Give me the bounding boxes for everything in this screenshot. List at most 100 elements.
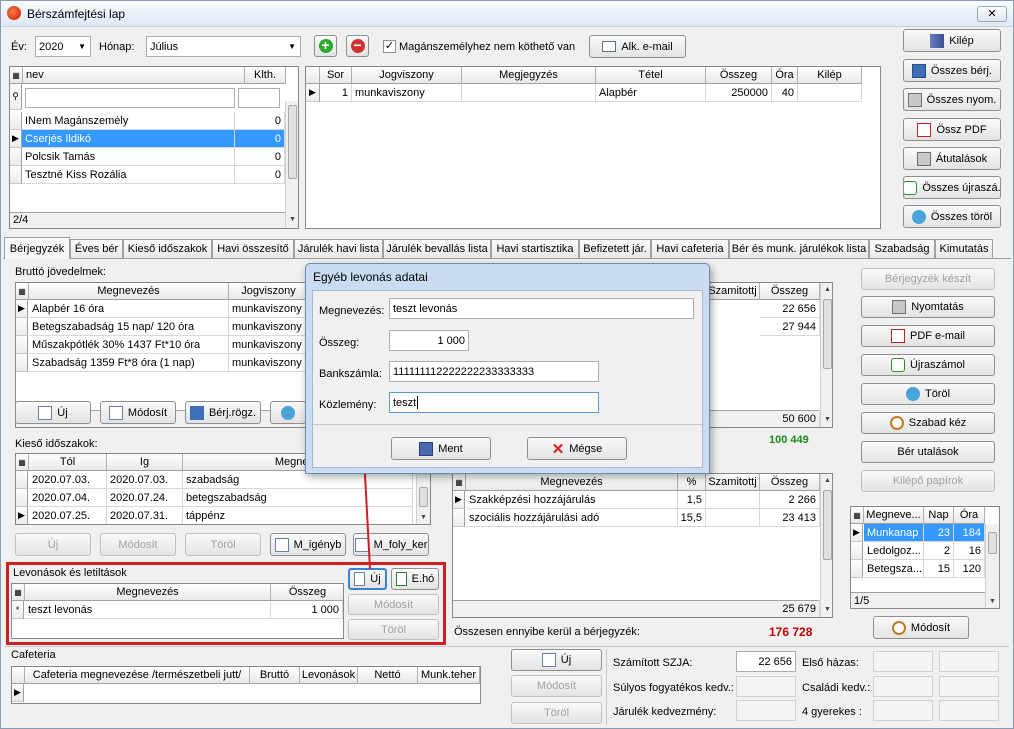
contribution-benefit-field[interactable] [736,700,796,721]
table-row[interactable]: Szabadság 1359 Ft*8 óra (1 nap) [29,354,229,372]
transfers-button[interactable]: Átutalások [903,147,1001,170]
recalc-all-button[interactable]: Összes újraszá. [903,176,1001,199]
income-modify-button[interactable]: Módosít [100,401,176,424]
create-payslip-button[interactable]: Bérjegyzék készít [861,268,995,290]
tab-kimutatas[interactable]: Kimutatás [935,239,993,258]
workdays-modify-button[interactable]: Módosít [873,616,969,639]
note-input[interactable]: teszt [389,392,599,413]
table-cell[interactable]: 40 [772,84,798,102]
delete-button[interactable]: Töröl [861,383,995,405]
name-filter-input[interactable] [25,88,235,108]
scroll-down-icon[interactable]: ▼ [821,413,832,426]
deductions-delete-button[interactable]: Töröl [348,619,439,640]
m-igenyb-button[interactable]: M_igényb [270,533,346,556]
close-icon[interactable]: ✕ [977,6,1007,22]
year-select[interactable]: 2020 ▼ [35,36,91,57]
tab-jarulek-bevallas-lista[interactable]: Járulék bevallás lista [383,239,491,258]
salary-transfers-button[interactable]: Bér utalások [861,441,995,463]
absence-scrollbar[interactable]: ▼ [416,471,430,524]
scroll-thumb[interactable] [823,299,832,369]
scroll-down-icon[interactable]: ▼ [821,603,832,616]
table-cell[interactable]: munkaviszony [352,84,462,102]
deductions-new-button[interactable]: Új [348,568,387,590]
tab-befizetett-jar[interactable]: Befizetett jár. [579,239,651,258]
tab-berjegyzek[interactable]: Bérjegyzék [4,237,70,259]
workdays-scrollbar[interactable]: ▼ [985,524,999,608]
deductions-modify-button[interactable]: Módosít [348,594,439,615]
tab-jarulek-havi-lista[interactable]: Járulék havi lista [294,239,383,258]
table-row[interactable]: Műszakpótlék 30% 1437 Ft*10 óra [29,336,229,354]
tab-havi-osszesito[interactable]: Havi összesítő [212,239,294,258]
remove-month-button[interactable]: − [346,35,369,57]
klth-filter-input[interactable] [238,88,280,108]
exit-button[interactable]: Kilép [903,29,1001,52]
all-pdf-button[interactable]: Össz PDF [903,118,1001,141]
scroll-thumb[interactable] [419,487,428,507]
table-row[interactable]: 2020.07.03. [29,471,107,489]
payslip-record-button[interactable]: Bérj.rögz. [185,401,261,424]
scroll-down-icon[interactable]: ▼ [417,511,430,524]
exit-papers-button[interactable]: Kilépő papírok [861,470,995,492]
contrib-scrollbar[interactable]: ▲ ▼ [820,474,832,617]
tab-havi-startisztika[interactable]: Havi startisztika [491,239,579,258]
deduction-name-input[interactable]: teszt levonás [389,298,694,319]
absence-delete-button[interactable]: Töröl [185,533,261,556]
scroll-thumb[interactable] [823,490,832,560]
table-row[interactable]: 2020.07.25. [29,507,107,524]
scroll-thumb[interactable] [988,532,997,554]
tab-kieso-idoszakok[interactable]: Kieső időszakok [123,239,212,258]
table-row[interactable]: teszt levonás [25,601,271,619]
table-cell[interactable] [462,84,596,102]
cancel-button[interactable]: ✕ Mégse [527,437,627,460]
table-row[interactable]: Polcsik Tamás [22,148,235,166]
email-button[interactable]: Alk. e-mail [589,35,686,58]
table-row[interactable]: 2020.07.04. [29,489,107,507]
print-all-button[interactable]: Összes nyom. [903,88,1001,111]
scroll-up-icon[interactable]: ▲ [821,283,832,296]
table-row[interactable]: Betegsza... [864,560,924,578]
cafeteria-new-button[interactable]: Új [511,649,602,671]
income-new-button[interactable]: Új [15,401,91,424]
month-select[interactable]: Július ▼ [146,36,301,57]
table-row[interactable]: szociális hozzájárulási adó [466,509,678,527]
table-row[interactable]: Szakképzési hozzájárulás [466,491,678,509]
table-cell[interactable]: 1 [320,84,352,102]
add-month-button[interactable]: + [314,35,337,57]
income-extra-button[interactable] [270,401,306,424]
bank-account-input[interactable]: 111111112222222233333333 [389,361,599,382]
table-row[interactable]: Cserjés Ildikó [22,130,235,148]
table-cell[interactable] [798,84,862,102]
four-children-field-2[interactable] [939,700,999,721]
tab-eves-ber[interactable]: Éves bér [70,239,123,258]
print-button[interactable]: Nyomtatás [861,296,995,318]
cafeteria-modify-button[interactable]: Módosít [511,675,602,697]
first-marriage-field-2[interactable] [939,651,999,672]
save-button[interactable]: Ment [391,437,491,460]
income-scrollbar[interactable]: ▲ ▼ [820,283,832,427]
all-payslips-button[interactable]: Összes bérj. [903,59,1001,82]
scroll-thumb[interactable] [288,105,297,179]
tab-havi-cafeteria[interactable]: Havi cafeteria [651,239,729,258]
disabled-benefit-field[interactable] [736,676,796,697]
table-cell[interactable]: 250000 [706,84,772,102]
people-scrollbar[interactable]: ▼ [285,101,298,228]
family-benefit-field-2[interactable] [939,676,999,697]
family-benefit-field-1[interactable] [873,676,933,697]
table-row[interactable]: Alapbér 16 óra [29,300,229,318]
scroll-down-icon[interactable]: ▼ [986,595,999,608]
table-row[interactable]: Munkanap [864,524,924,542]
table-row[interactable]: Betegszabadság 15 nap/ 120 óra [29,318,229,336]
deductions-eho-button[interactable]: E.hó [391,568,439,590]
cafeteria-delete-button[interactable]: Töröl [511,702,602,724]
absence-new-button[interactable]: Új [15,533,91,556]
scroll-down-icon[interactable]: ▼ [286,213,298,226]
four-children-field-1[interactable] [873,700,933,721]
table-row[interactable]: Ledolgoz... [864,542,924,560]
private-person-checkbox[interactable]: ✓ [383,40,396,53]
table-row[interactable]: Tesztné Kiss Rozália [22,166,235,184]
tab-ber-es-munk-jarulekok[interactable]: Bér és munk. járulékok lista [729,239,869,258]
free-hand-button[interactable]: Szabad kéz [861,412,995,434]
deduction-amount-input[interactable]: 1 000 [389,330,469,351]
pdf-email-button[interactable]: PDF e-mail [861,325,995,347]
table-row[interactable]: INem Magánszemély [22,112,235,130]
